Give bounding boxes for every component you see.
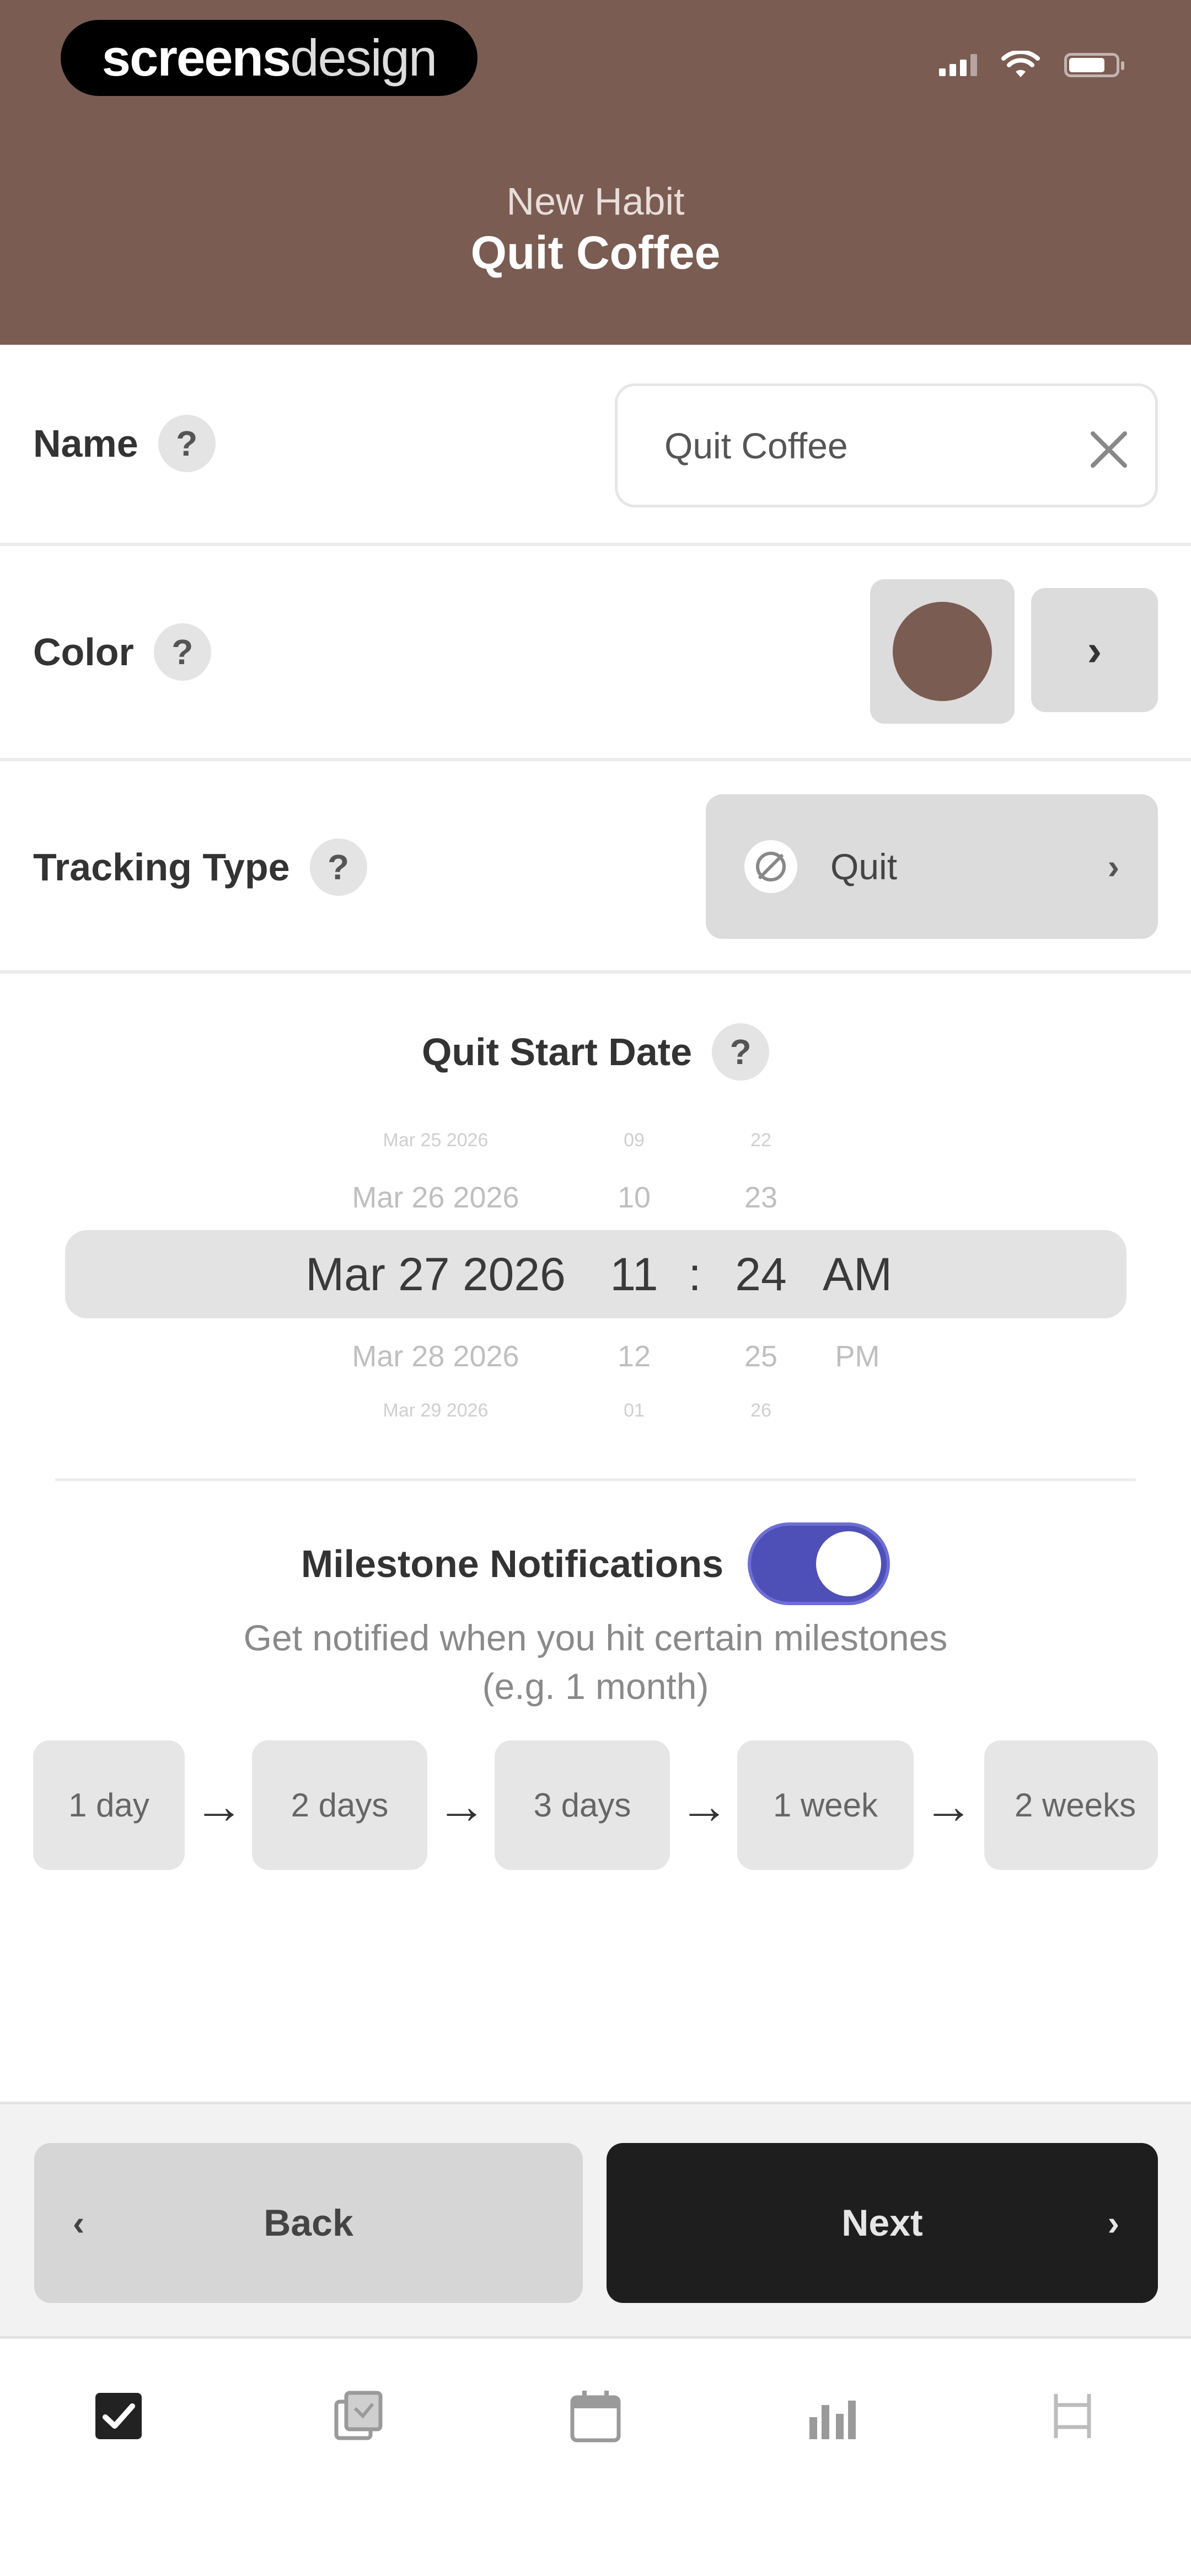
picker-period[interactable]: PM — [822, 1339, 893, 1373]
milestone-toggle[interactable] — [748, 1522, 890, 1605]
toggle-knob — [816, 1531, 882, 1596]
picker-minute[interactable]: 23 — [728, 1180, 794, 1215]
picker-date[interactable]: Mar 29 2026 — [309, 1400, 562, 1421]
color-swatch — [893, 602, 992, 701]
battery-icon — [1064, 53, 1124, 77]
brand-secondary: design — [290, 29, 437, 87]
name-label: Name — [33, 422, 138, 465]
milestone-chip[interactable]: 3 days — [495, 1740, 670, 1870]
header-title: Quit Coffee — [470, 227, 721, 279]
picker-date-selected[interactable]: Mar 27 2026 — [298, 1248, 573, 1301]
picker-hour[interactable]: 09 — [601, 1130, 667, 1151]
arrow-right-icon: → — [437, 1779, 486, 1834]
name-row: Name ? Quit Coffee — [0, 345, 1191, 546]
name-label-group: Name ? — [33, 415, 216, 472]
milestone-notifications-title: Milestone Notifications — [301, 1542, 724, 1585]
picker-period-selected[interactable]: AM — [816, 1248, 899, 1301]
name-input[interactable]: Quit Coffee — [615, 383, 1158, 507]
quit-start-date-title: Quit Start Date — [421, 1030, 693, 1073]
tab-journal[interactable] — [328, 2386, 389, 2446]
chevron-left-icon: ‹ — [73, 2203, 85, 2243]
milestone-description-line1: Get notified when you hit certain milest… — [243, 1617, 948, 1658]
picker-minute[interactable]: 22 — [728, 1130, 794, 1151]
color-next-button[interactable]: › — [1031, 588, 1158, 712]
picker-selection-band — [65, 1230, 1126, 1318]
wifi-icon — [1001, 51, 1040, 77]
back-button[interactable]: ‹ Back — [34, 2143, 583, 2303]
picker-hour[interactable]: 01 — [601, 1400, 667, 1421]
arrow-right-icon: → — [924, 1779, 973, 1834]
clear-icon[interactable] — [1083, 425, 1133, 474]
checkbox-icon — [95, 2393, 142, 2439]
arrow-right-icon: → — [679, 1779, 729, 1834]
milestone-chip[interactable]: 1 week — [737, 1740, 914, 1870]
milestone-notifications-heading: Milestone Notifications — [0, 1522, 1191, 1605]
next-button-label: Next — [841, 2202, 923, 2244]
back-button-label: Back — [264, 2202, 353, 2244]
color-swatch-button[interactable] — [870, 579, 1015, 724]
chevron-right-icon: › — [1087, 625, 1102, 675]
chevron-right-icon: › — [1107, 2203, 1119, 2243]
signal-icon — [939, 54, 977, 76]
picker-minute[interactable]: 26 — [728, 1400, 794, 1421]
picker-minute-selected[interactable]: 24 — [728, 1248, 794, 1301]
tracking-help-icon[interactable]: ? — [309, 838, 367, 896]
color-help-icon[interactable]: ? — [153, 623, 211, 681]
tracking-label-group: Tracking Type ? — [33, 838, 367, 896]
header-subtitle: New Habit — [506, 180, 685, 223]
picker-date[interactable]: Mar 26 2026 — [309, 1180, 562, 1215]
picker-date[interactable]: Mar 25 2026 — [309, 1130, 562, 1151]
status-icons — [939, 51, 1124, 79]
calendar-icon — [570, 2391, 621, 2443]
milestone-chip[interactable]: 1 day — [33, 1740, 185, 1870]
settings-icon — [1054, 2394, 1091, 2438]
color-label-group: Color ? — [33, 623, 211, 681]
quit-start-date-heading: Quit Start Date ? — [0, 1023, 1191, 1081]
picker-hour-selected[interactable]: 11 — [601, 1248, 667, 1301]
milestone-chip[interactable]: 2 days — [252, 1740, 427, 1870]
tracking-type-row: Tracking Type ? Quit › — [0, 761, 1191, 974]
milestone-chip[interactable]: 2 weeks — [984, 1740, 1158, 1870]
name-help-icon[interactable]: ? — [158, 415, 216, 472]
tab-settings[interactable] — [1042, 2386, 1103, 2446]
chevron-right-icon: › — [1107, 847, 1119, 886]
tab-bar — [0, 2342, 1191, 2576]
stats-icon — [809, 2401, 856, 2439]
name-input-value: Quit Coffee — [664, 425, 848, 466]
arrow-right-icon: → — [194, 1779, 244, 1834]
tab-stats[interactable] — [802, 2386, 863, 2446]
brand-primary: screens — [101, 29, 291, 87]
date-help-icon[interactable]: ? — [712, 1023, 770, 1081]
picker-date[interactable]: Mar 28 2026 — [309, 1339, 562, 1373]
picker-time-separator: : — [688, 1248, 701, 1300]
brand-logo: screens design — [61, 20, 478, 96]
header: screens design New Habit Quit Coffee — [0, 0, 1191, 345]
picker-hour[interactable]: 10 — [601, 1180, 667, 1215]
picker-minute[interactable]: 25 — [728, 1339, 794, 1373]
notes-icon — [334, 2391, 383, 2440]
section-divider — [55, 1478, 1136, 1481]
milestone-description: Get notified when you hit certain milest… — [0, 1613, 1191, 1711]
milestone-description-line2: (e.g. 1 month) — [482, 1666, 709, 1707]
color-label: Color — [33, 630, 134, 674]
tracking-type-value: Quit — [830, 846, 898, 887]
color-row: Color ? › — [0, 546, 1191, 761]
picker-hour[interactable]: 12 — [601, 1339, 667, 1373]
next-button[interactable]: Next › — [607, 2143, 1158, 2303]
tab-habits[interactable] — [88, 2386, 149, 2446]
tracking-type-label: Tracking Type — [33, 846, 290, 889]
tab-calendar[interactable] — [565, 2386, 626, 2446]
screen: screens design New Habit Quit Coffee Name… — [0, 0, 1191, 2576]
ban-icon — [744, 840, 797, 893]
tracking-type-select[interactable]: Quit › — [706, 794, 1158, 939]
